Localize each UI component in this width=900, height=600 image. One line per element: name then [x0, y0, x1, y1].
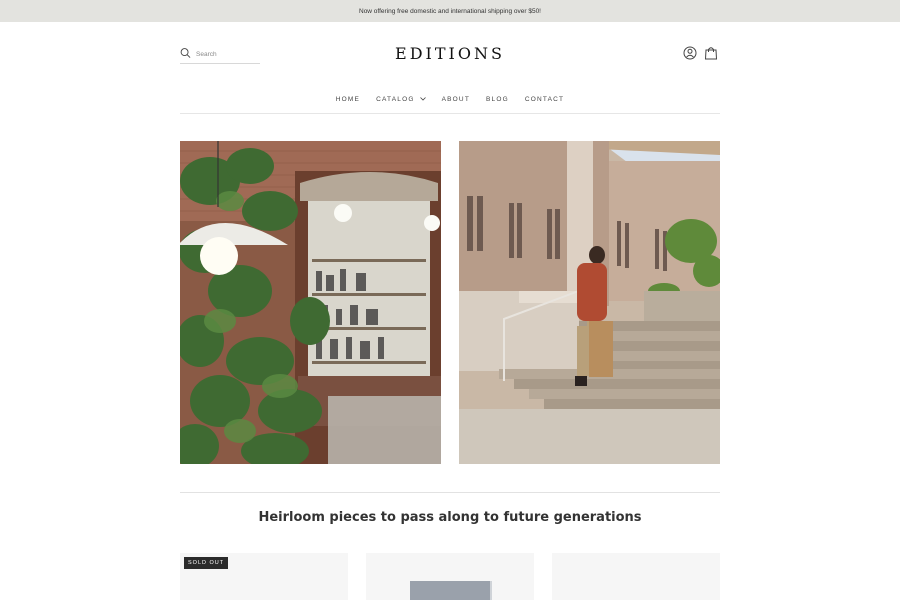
product-card-2[interactable]: [366, 553, 534, 600]
nav-blog-label[interactable]: BLOG: [486, 96, 509, 103]
logo-text[interactable]: EDITIONS: [395, 44, 505, 63]
account-icon[interactable]: [683, 46, 697, 60]
shop-interior-illustration: [180, 141, 441, 464]
announcement-text: Now offering free domestic and internati…: [359, 7, 541, 15]
section-tagline: Heirloom pieces to pass along to future …: [258, 510, 642, 525]
product-image-book: [410, 581, 490, 600]
nav-home-label[interactable]: HOME: [336, 96, 360, 103]
search-input[interactable]: [196, 48, 258, 60]
hero-image-person-on-stairs[interactable]: [459, 141, 720, 464]
nav-about-label[interactable]: ABOUT: [442, 96, 470, 103]
hero-image-shop-interior[interactable]: [180, 141, 441, 464]
product-card-3[interactable]: [552, 553, 720, 600]
site-logo[interactable]: EDITIONS: [300, 44, 600, 63]
product-card-1[interactable]: SOLD OUT: [180, 553, 348, 600]
main-nav: HOME CATALOG ABOUT BLOG CONTACT: [180, 92, 720, 114]
nav-catalog-label[interactable]: CATALOG: [376, 96, 415, 103]
announcement-bar: Now offering free domestic and internati…: [0, 0, 900, 22]
nav-contact[interactable]: CONTACT: [517, 92, 572, 106]
sold-out-badge: SOLD OUT: [184, 557, 229, 569]
cart-icon[interactable]: [704, 46, 718, 60]
nav-blog[interactable]: BLOG: [478, 92, 517, 106]
search-field[interactable]: [180, 46, 260, 64]
nav-catalog[interactable]: CATALOG: [368, 92, 434, 106]
search-icon[interactable]: [180, 47, 191, 59]
stairs-scene-illustration: [459, 141, 720, 464]
nav-about[interactable]: ABOUT: [434, 92, 478, 106]
section-divider: [180, 492, 720, 493]
nav-contact-label[interactable]: CONTACT: [525, 96, 564, 103]
nav-home[interactable]: HOME: [328, 92, 368, 106]
chevron-down-icon[interactable]: [419, 97, 426, 101]
